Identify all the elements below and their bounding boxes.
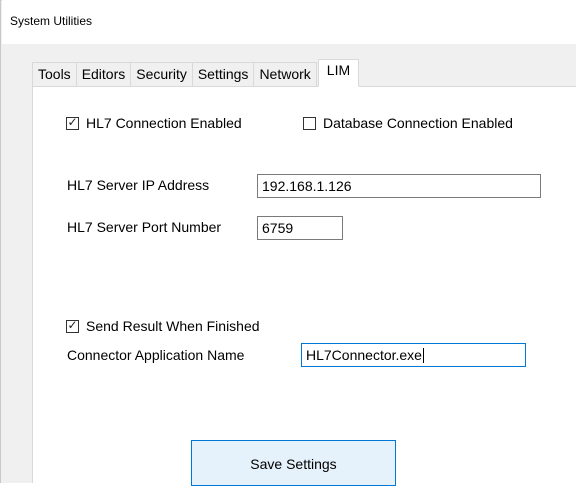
checkbox-box: ✓ [66, 114, 79, 130]
title-bar: System Utilities [2, 0, 576, 44]
database-connection-enabled-checkbox[interactable]: Database Connection Enabled [303, 115, 513, 131]
server-ip-label: HL7 Server IP Address [67, 177, 210, 193]
connector-app-input[interactable]: HL7Connector.exe [301, 343, 526, 367]
tab-network[interactable]: Network [253, 62, 317, 86]
text-caret [422, 348, 424, 363]
hl7-connection-enabled-checkbox[interactable]: ✓ HL7 Connection Enabled [66, 115, 242, 131]
tab-tools[interactable]: Tools [32, 62, 77, 86]
server-port-input[interactable]: 6759 [257, 216, 343, 240]
hl7-connection-enabled-label: HL7 Connection Enabled [86, 115, 242, 131]
connector-app-label: Connector Application Name [67, 347, 245, 363]
save-settings-button[interactable]: Save Settings [191, 440, 396, 486]
send-result-label: Send Result When Finished [86, 318, 260, 334]
window-title: System Utilities [10, 14, 93, 28]
checkmark-icon: ✓ [67, 317, 78, 332]
lim-tab-panel [32, 86, 576, 483]
tab-settings[interactable]: Settings [191, 62, 255, 86]
checkmark-icon: ✓ [67, 114, 78, 129]
tab-editors[interactable]: Editors [75, 62, 132, 86]
server-ip-input[interactable]: 192.168.1.126 [257, 174, 541, 198]
connector-app-value: HL7Connector.exe [306, 347, 422, 363]
system-utilities-window: System Utilities Tools Editors Security … [0, 0, 576, 486]
server-port-label: HL7 Server Port Number [67, 219, 222, 235]
send-result-checkbox[interactable]: ✓ Send Result When Finished [66, 318, 260, 334]
tab-security[interactable]: Security [130, 62, 193, 86]
tab-strip: Tools Editors Security Settings Network … [32, 59, 360, 87]
database-connection-enabled-label: Database Connection Enabled [323, 115, 513, 131]
tab-lim[interactable]: LIM [317, 59, 360, 87]
checkbox-box [303, 116, 316, 130]
checkbox-box: ✓ [66, 317, 79, 333]
